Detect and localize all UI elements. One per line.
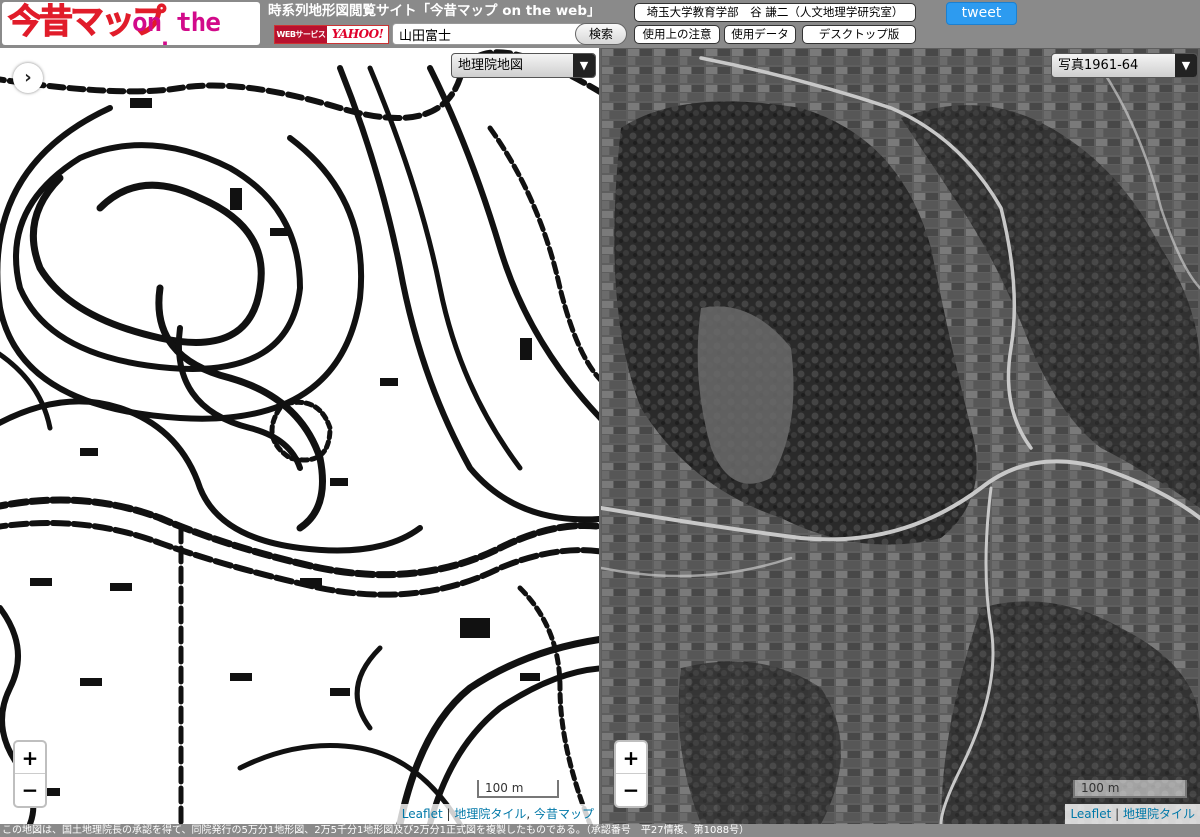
desktop-version-link[interactable]: デスクトップ版 <box>802 25 916 44</box>
logo-english: on the web <box>132 8 221 45</box>
left-scale-bar: 100 m <box>477 780 559 798</box>
right-layer-label: 写真1961-64 <box>1058 58 1139 73</box>
left-layer-select[interactable]: 地理院地図 ▼ <box>451 53 596 78</box>
copyright-footer: この地図は、国土地理院長の承認を得て、同院発行の5万分1地形図、2万5千分1地形… <box>0 824 1200 837</box>
right-map-pane[interactable]: 写真1961-64 ▼ + − 100 m Leaflet | 地理院タイル <box>601 48 1200 824</box>
right-zoom-control: + − <box>614 740 648 808</box>
leaflet-link[interactable]: Leaflet <box>402 807 443 821</box>
header-bar: 今昔マップ on the web 時系列地形図閲覧サイト「今昔マップ on th… <box>0 0 1200 48</box>
attribution-separator: | <box>1111 807 1123 821</box>
site-title: 時系列地形図閲覧サイト「今昔マップ on the web」 <box>268 3 601 19</box>
university-lab-link[interactable]: 埼玉大学教育学部 谷 謙二（人文地理学研究室） <box>634 3 916 22</box>
left-layer-label: 地理院地図 <box>458 58 524 73</box>
right-zoom-in-button[interactable]: + <box>616 742 646 774</box>
gsi-tiles-link[interactable]: 地理院タイル <box>1123 807 1195 821</box>
attribution-comma: , <box>526 807 534 821</box>
left-zoom-control: + − <box>13 740 47 808</box>
left-attribution: Leaflet | 地理院タイル, 今昔マップ <box>396 804 599 824</box>
konjaku-map-link[interactable]: 今昔マップ <box>534 807 594 821</box>
site-logo[interactable]: 今昔マップ on the web <box>2 2 260 45</box>
badge-yahoo-label: YAHOO! <box>331 27 384 41</box>
triangle-down-icon: ▼ <box>1175 54 1197 77</box>
usage-notes-link[interactable]: 使用上の注意 <box>634 25 720 44</box>
right-layer-select[interactable]: 写真1961-64 ▼ <box>1051 53 1198 78</box>
leaflet-link[interactable]: Leaflet <box>1070 807 1111 821</box>
data-sources-link[interactable]: 使用データ <box>724 25 796 44</box>
left-map-pane[interactable]: › 地理院地図 ▼ + − 100 m Leaflet | 地理院タイル, 今昔… <box>0 48 599 824</box>
right-zoom-out-button[interactable]: − <box>616 774 646 806</box>
aerial-photo-tiles <box>601 48 1200 824</box>
triangle-down-icon: ▼ <box>573 54 595 77</box>
search-button[interactable]: 検索 <box>575 23 627 45</box>
badge-web-label: WEBサービス <box>275 26 327 43</box>
gsi-tiles-link[interactable]: 地理院タイル <box>454 807 526 821</box>
tweet-button[interactable]: tweet <box>946 2 1017 25</box>
right-scale-bar: 100 m <box>1073 780 1187 798</box>
attribution-separator: | <box>442 807 455 821</box>
place-search-input[interactable] <box>392 23 582 45</box>
left-zoom-out-button[interactable]: − <box>15 774 45 806</box>
yahoo-web-service-badge[interactable]: WEBサービス YAHOO! <box>274 25 389 44</box>
left-zoom-in-button[interactable]: + <box>15 742 45 774</box>
topographic-map-tiles <box>0 49 599 824</box>
right-attribution: Leaflet | 地理院タイル <box>1065 804 1200 824</box>
chevron-right-icon[interactable]: › <box>13 63 43 93</box>
